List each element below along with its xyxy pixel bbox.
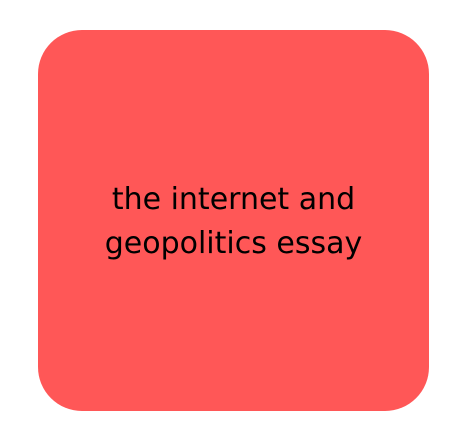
title-card: the internet and geopolitics essay — [38, 30, 429, 411]
card-title: the internet and geopolitics essay — [74, 178, 394, 266]
card-title-line-2: geopolitics essay — [104, 225, 363, 261]
card-title-line-1: the internet and — [111, 181, 356, 217]
